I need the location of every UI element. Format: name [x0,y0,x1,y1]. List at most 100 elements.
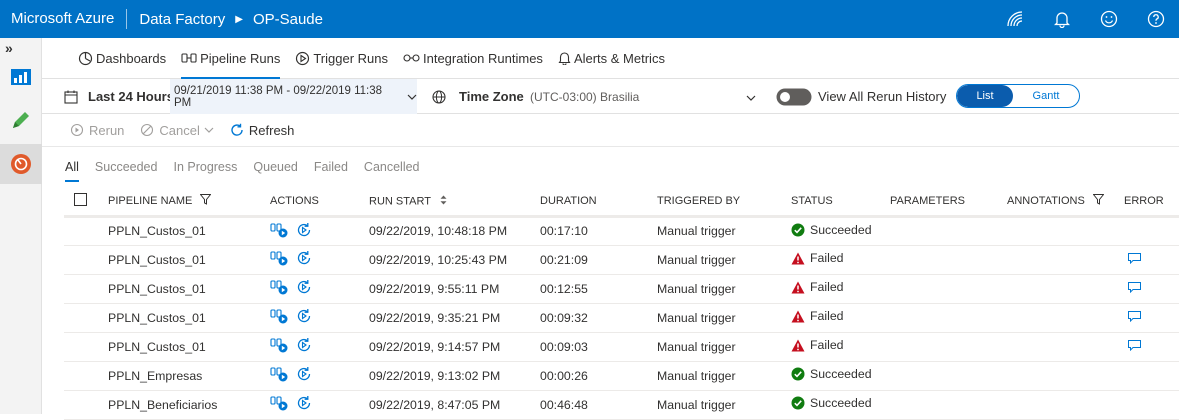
status-tab-in-progress[interactable]: In Progress [173,160,237,184]
calendar-icon[interactable] [64,79,78,114]
col-pipeline-name[interactable]: PIPELINE NAME [108,188,270,218]
table-row[interactable]: PPLN_Empresas 09/22/2019, 9:13:02 PM 00:00… [64,361,1179,391]
table-row[interactable]: PPLN_Custos_01 09/22/2019, 9:14:57 PM 00:0… [64,332,1179,362]
pipeline-name-link[interactable]: PPLN_Custos_01 [108,340,206,354]
view-activity-runs-icon[interactable] [270,308,288,324]
view-activity-runs-icon[interactable] [270,395,288,411]
table-row[interactable]: PPLN_Custos_01 09/22/2019, 9:35:21 PM 00:0… [64,303,1179,333]
error-message-icon[interactable] [1128,252,1141,264]
table-row[interactable]: PPLN_Custos_01 09/22/2019, 10:25:43 PM 00:… [64,245,1179,275]
refresh-label: Refresh [248,122,295,138]
failed-warning-icon [791,310,805,323]
smiley-icon[interactable] [1085,0,1132,38]
breadcrumb-service[interactable]: Data Factory [127,11,225,28]
tab-dashboards[interactable]: Dashboards [78,38,166,79]
list-view-button[interactable]: List [957,85,1013,107]
error-message-icon[interactable] [1128,339,1141,351]
overview-icon[interactable] [0,56,42,96]
refresh-icon [230,123,244,137]
view-activity-runs-icon[interactable] [270,366,288,382]
chevron-down-icon [407,91,417,103]
cancel-label: Cancel [159,122,200,138]
feedback-signal-icon[interactable] [991,0,1038,38]
cancel-button[interactable]: Cancel [140,122,214,138]
row-actions [270,216,369,246]
breadcrumb-factory[interactable]: OP-Saude [253,11,323,28]
timezone-dropdown[interactable]: (UTC-03:00) Brasilia [530,79,756,114]
status-text: Failed [810,309,844,324]
rerun-pipeline-icon[interactable] [296,395,312,411]
annotations-cell [1007,274,1124,304]
run-start: 09/22/2019, 9:55:11 PM [369,281,500,296]
status-tab-cancelled[interactable]: Cancelled [364,160,420,184]
rerun-pipeline-icon[interactable] [296,222,312,238]
view-activity-runs-icon[interactable] [270,279,288,295]
table-row[interactable]: PPLN_Custos_01 09/22/2019, 10:48:18 PM 00:… [64,216,1179,246]
pipeline-name-link[interactable]: PPLN_Custos_01 [108,224,206,238]
error-cell [1124,216,1179,246]
chevron-down-icon [204,127,214,133]
rerun-pipeline-icon[interactable] [296,250,312,266]
pipeline-name-link[interactable]: PPLN_Beneficiarios [108,398,217,412]
expand-rail-icon[interactable]: » [5,40,13,56]
run-start: 09/22/2019, 9:35:21 PM [369,310,501,325]
gantt-view-button[interactable]: Gantt [1013,85,1079,107]
error-cell [1124,245,1179,275]
status-tab-all[interactable]: All [65,160,79,184]
portal-brand[interactable]: Microsoft Azure [0,9,128,29]
monitor-icon[interactable] [0,144,42,184]
rerun-history-toggle[interactable] [776,79,812,114]
filter-icon[interactable] [199,194,212,208]
col-actions: ACTIONS [270,188,369,218]
col-run-start[interactable]: RUN START [369,188,540,218]
error-message-icon[interactable] [1128,310,1141,322]
view-switch: List Gantt [956,84,1080,108]
top-bar: Microsoft Azure Data Factory ▶ OP-Saude [0,0,1179,38]
col-duration: DURATION [540,188,657,218]
rerun-pipeline-icon[interactable] [296,337,312,353]
status-text: Failed [810,251,844,266]
table-row[interactable]: PPLN_Beneficiarios 09/22/2019, 8:47:05 PM… [64,390,1179,420]
status-tab-queued[interactable]: Queued [253,160,297,184]
pipeline-name-link[interactable]: PPLN_Custos_01 [108,282,206,296]
help-icon[interactable] [1132,0,1179,38]
rerun-pipeline-icon[interactable] [296,279,312,295]
duration: 00:09:03 [540,339,588,354]
view-activity-runs-icon[interactable] [270,222,288,238]
tab-trigger-runs[interactable]: Trigger Runs [295,38,388,79]
tab-alerts-metrics[interactable]: Alerts & Metrics [558,38,665,79]
rerun-button[interactable]: Rerun [70,123,124,138]
rerun-pipeline-icon[interactable] [296,308,312,324]
rerun-pipeline-icon[interactable] [296,366,312,382]
tab-label: Alerts & Metrics [573,50,665,66]
pipeline-name-link[interactable]: PPLN_Custos_01 [108,253,206,267]
date-range-picker[interactable]: 09/21/2019 11:38 PM - 09/22/2019 11:38 P… [170,79,417,114]
view-activity-runs-icon[interactable] [270,337,288,353]
view-activity-runs-icon[interactable] [270,250,288,266]
row-spacer [64,274,108,304]
error-message-icon[interactable] [1128,281,1141,293]
filter-icon[interactable] [1092,194,1105,208]
pipeline-name-link[interactable]: PPLN_Custos_01 [108,311,206,325]
annotations-cell [1007,245,1124,275]
select-all-checkbox[interactable] [64,188,108,218]
table-header-row: PIPELINE NAME ACTIONS RUN START DURATION… [64,188,1179,218]
table-row[interactable]: PPLN_Custos_01 09/22/2019, 9:55:11 PM 00:1… [64,274,1179,304]
trigger-icon [295,51,310,66]
bell-icon[interactable] [1038,0,1085,38]
author-pencil-icon[interactable] [0,100,42,140]
tab-integration-runtimes[interactable]: Integration Runtimes [403,38,543,79]
triggered-by: Manual trigger [657,368,736,383]
refresh-button[interactable]: Refresh [230,122,295,138]
triggered-by: Manual trigger [657,252,736,267]
pipeline-name-link[interactable]: PPLN_Empresas [108,369,202,383]
sort-icon[interactable] [440,195,447,208]
status-tab-succeeded[interactable]: Succeeded [95,160,158,184]
triggered-by: Manual trigger [657,339,736,354]
annotations-cell [1007,361,1124,391]
status-tab-failed[interactable]: Failed [314,160,348,184]
tab-pipeline-runs[interactable]: Pipeline Runs [181,38,281,79]
row-spacer [64,216,108,246]
col-annotations[interactable]: ANNOTATIONS [1007,188,1124,218]
duration: 00:21:09 [540,252,588,267]
